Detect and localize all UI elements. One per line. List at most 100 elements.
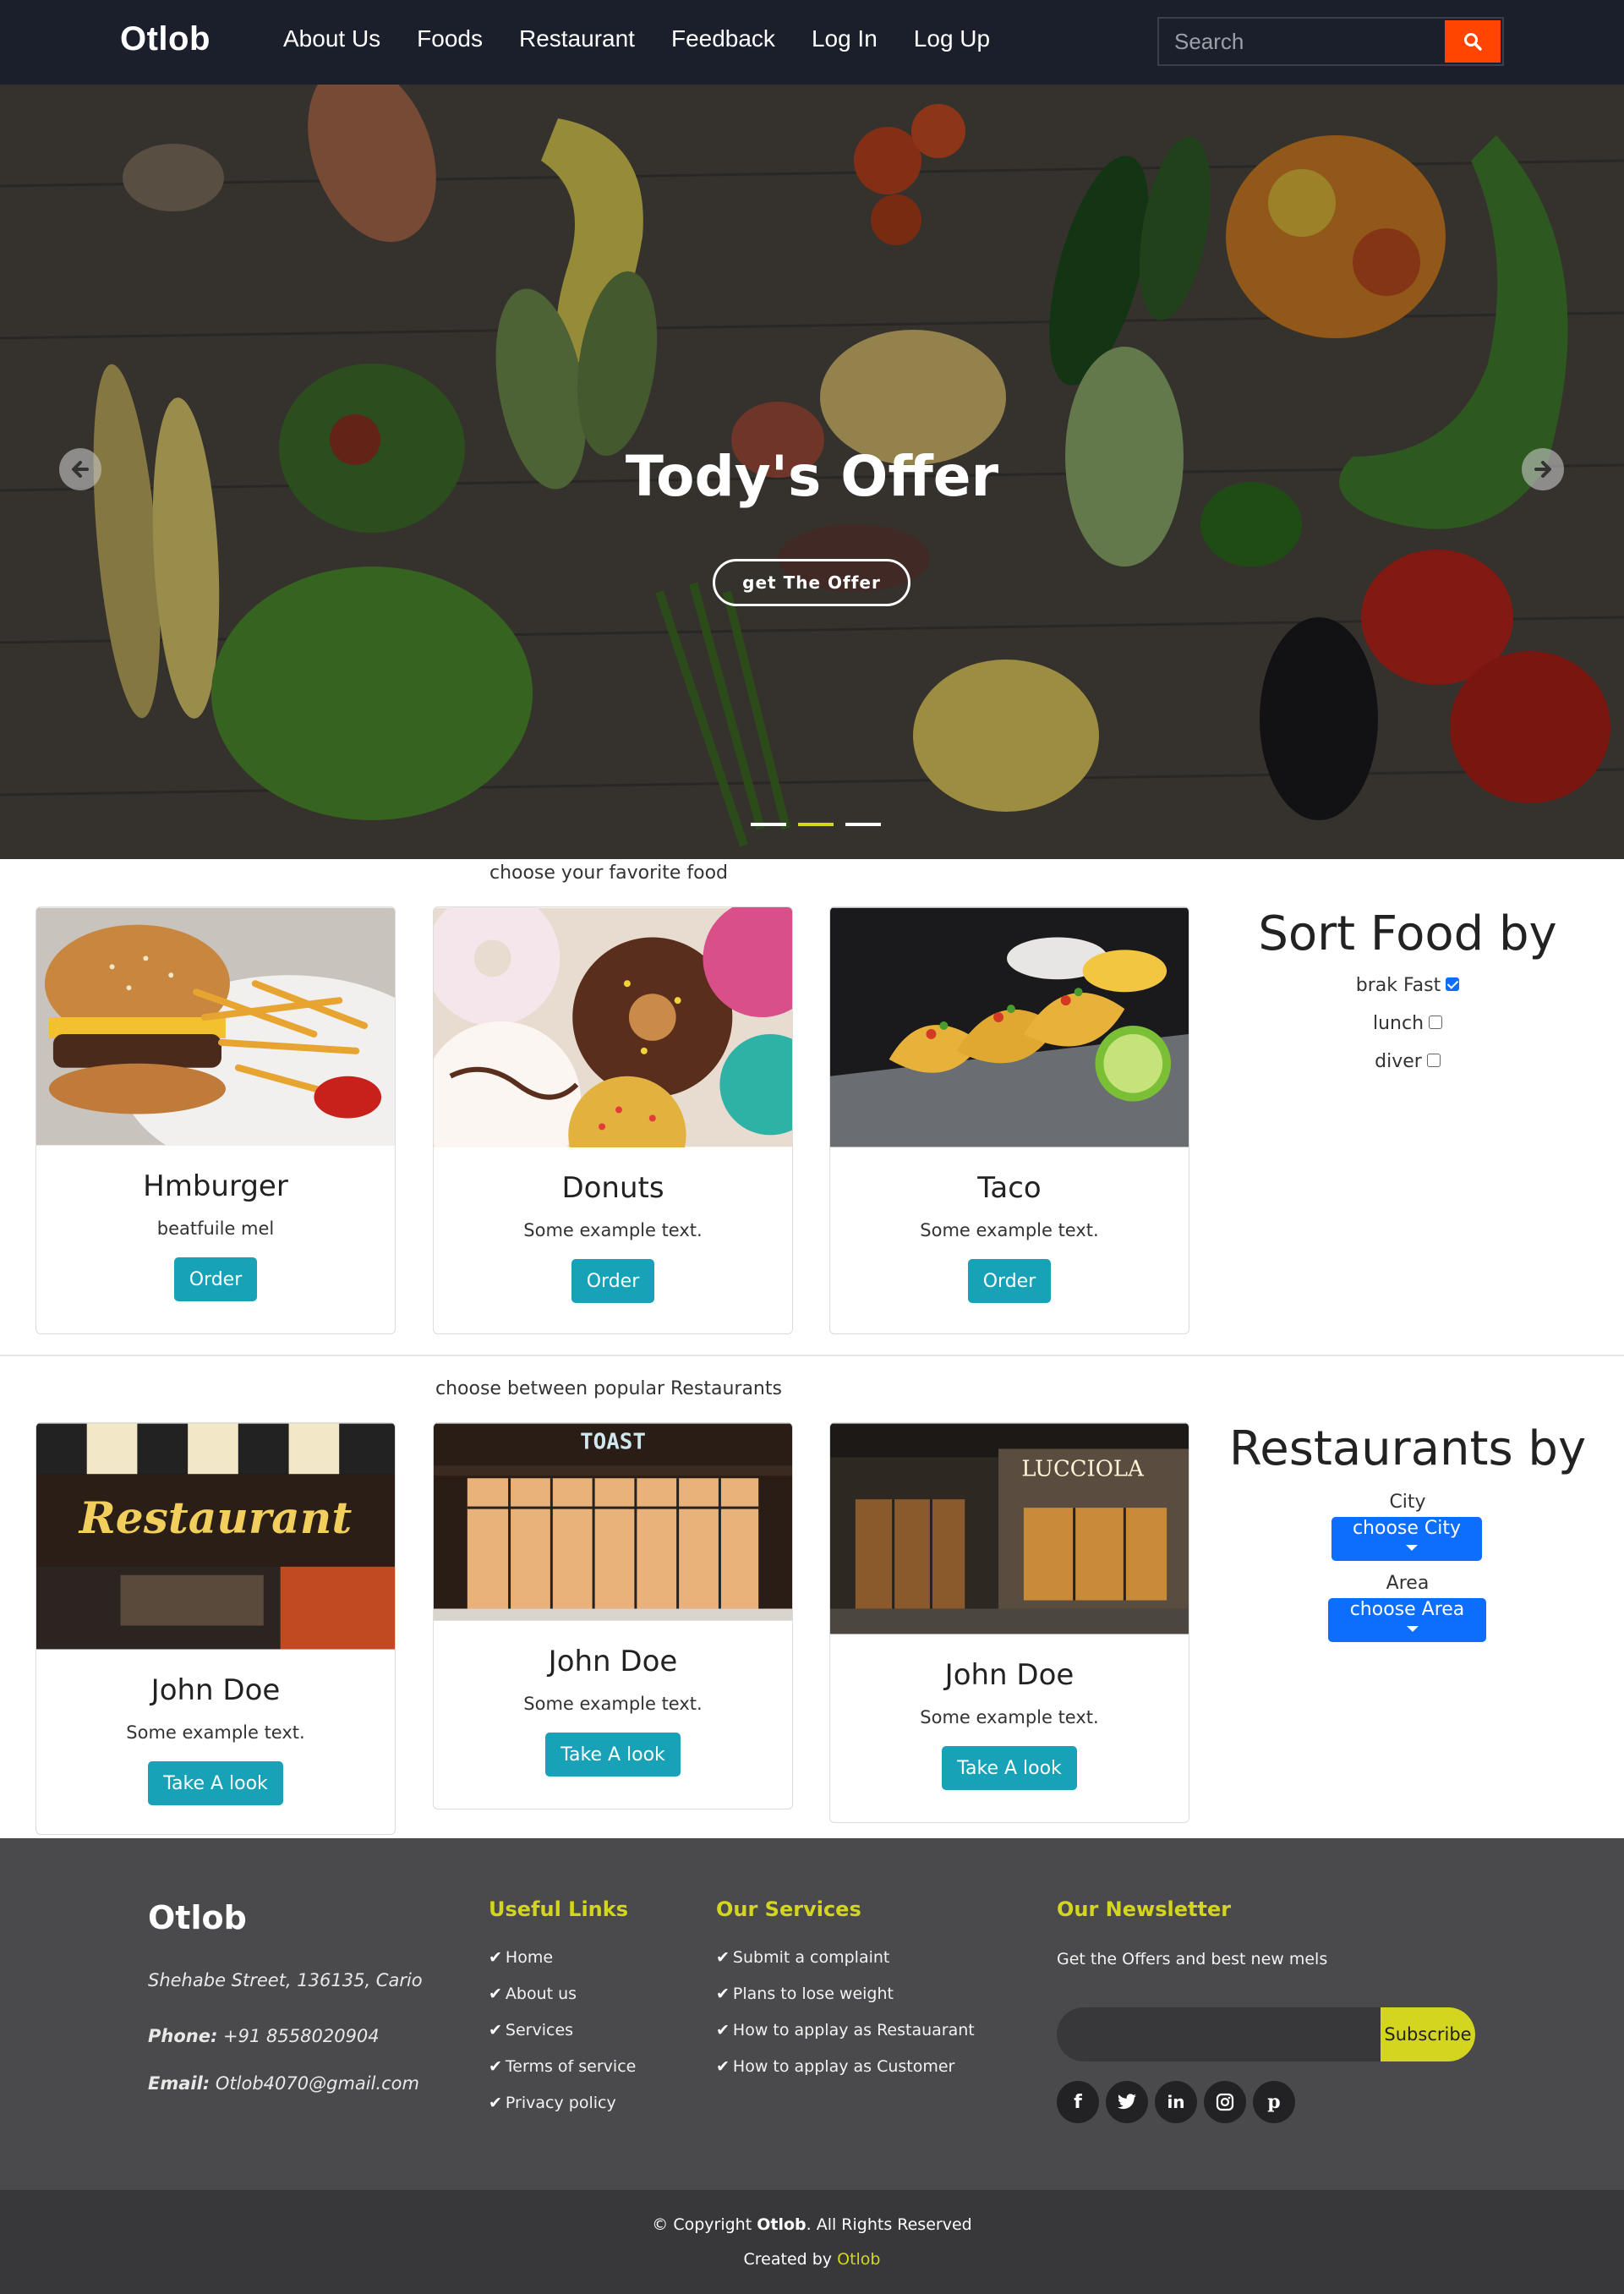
restaurant-card-title: John Doe [944, 1658, 1074, 1692]
restaurant-image: LUCCIOLA [830, 1423, 1189, 1634]
footer-address: Shehabe Street, 136135, Cario [148, 1970, 423, 1990]
phone-value: +91 8558020904 [223, 2026, 380, 2046]
created-by-link[interactable]: Otlob [837, 2250, 880, 2269]
search-icon [1464, 33, 1482, 51]
restaurant-sign-text: TOAST [580, 1429, 646, 1454]
restaurant-card: TOAST John Doe Some example text. Take A… [433, 1422, 793, 1809]
take-a-look-button[interactable]: Take A look [942, 1746, 1077, 1790]
restaurant-card-title: John Doe [548, 1645, 678, 1678]
twitter-icon[interactable] [1106, 2081, 1148, 2123]
pinterest-icon[interactable]: p [1253, 2081, 1295, 2123]
carousel-indicator-3[interactable] [845, 823, 881, 826]
footer-service-restaurant[interactable]: ✔ How to applay as Restauarant [716, 2021, 975, 2057]
our-services-title: Our Services [716, 1897, 861, 1921]
check-icon: ✔ [716, 1985, 730, 2003]
restaurant-sign-text: LUCCIOLA [1021, 1456, 1144, 1481]
caret-down-icon [1406, 1544, 1418, 1551]
sort-option-breakfast[interactable]: brak Fast [1217, 975, 1598, 996]
subscribe-button[interactable]: Subscribe [1381, 2007, 1475, 2061]
search-button[interactable] [1445, 20, 1501, 63]
food-card-taco: Taco Some example text. Order [829, 906, 1189, 1334]
choose-city-dropdown[interactable]: choose City [1331, 1517, 1482, 1561]
food-card-title: Hmburger [143, 1169, 288, 1203]
newsletter-title: Our Newsletter [1057, 1897, 1232, 1921]
sort-option-label: lunch [1372, 1013, 1424, 1034]
brand-logo[interactable]: Otlob [120, 20, 211, 58]
restaurant-card-text: Some example text. [126, 1722, 305, 1743]
choose-area-dropdown[interactable]: choose Area [1328, 1598, 1486, 1642]
hero-title: Tody's Offer [625, 444, 999, 509]
instagram-icon[interactable] [1204, 2081, 1246, 2123]
footer-link-terms[interactable]: ✔ Terms of service [489, 2057, 636, 2094]
check-icon: ✔ [489, 1948, 502, 1967]
facebook-icon[interactable]: f [1057, 2081, 1099, 2123]
carousel-indicator-1[interactable] [751, 823, 786, 826]
check-icon: ✔ [716, 1948, 730, 1967]
taco-image [830, 907, 1189, 1147]
footer-link-about-us[interactable]: ✔ About us [489, 1985, 636, 2021]
section-divider [0, 1355, 1624, 1356]
newsletter-text: Get the Offers and best new mels [1057, 1950, 1328, 1968]
email-value: Otlob4070@gmail.com [215, 2073, 419, 2094]
restaurant-card-title: John Doe [150, 1673, 281, 1707]
nav-link-about-us[interactable]: About Us [283, 25, 380, 52]
footer-email: Email: Otlob4070@gmail.com [148, 2073, 419, 2094]
linkedin-icon[interactable]: in [1155, 2081, 1197, 2123]
footer-link-services[interactable]: ✔ Services [489, 2021, 636, 2057]
order-button[interactable]: Order [571, 1259, 655, 1303]
copyright-text: © Copyright Otlob. All Rights Reserved [652, 2215, 972, 2234]
footer-service-customer[interactable]: ✔ How to applay as Customer [716, 2057, 975, 2094]
restaurant-sign-text: Restaurant [78, 1492, 353, 1544]
lunch-checkbox[interactable] [1429, 1016, 1443, 1029]
useful-links-title: Useful Links [489, 1897, 629, 1921]
breakfast-checkbox[interactable] [1446, 977, 1460, 991]
get-offer-button[interactable]: get The Offer [713, 559, 910, 606]
restaurant-card: LUCCIOLA John Doe Some example text. Tak… [829, 1422, 1189, 1823]
phone-label: Phone: [148, 2026, 218, 2046]
nav-link-foods[interactable]: Foods [417, 25, 483, 52]
carousel-indicator-2[interactable] [798, 823, 834, 826]
dinner-checkbox[interactable] [1426, 1054, 1441, 1067]
check-icon: ✔ [489, 2057, 502, 2076]
restaurants-by-title: Restaurants by [1228, 1421, 1587, 1476]
caret-down-icon [1406, 1625, 1419, 1632]
footer-link-privacy[interactable]: ✔ Privacy policy [489, 2094, 636, 2130]
nav-links: About Us Foods Restaurant Feedback Log I… [283, 25, 990, 52]
footer-phone: Phone: +91 8558020904 [148, 2026, 380, 2046]
choose-city-label: choose City [1352, 1518, 1462, 1539]
sort-option-label: brak Fast [1355, 975, 1441, 996]
food-card-hamburger: Hmburger beatfuile mel Order [36, 906, 396, 1334]
footer-link-home[interactable]: ✔ Home [489, 1948, 636, 1985]
city-label: City [1389, 1492, 1426, 1513]
check-icon: ✔ [716, 2057, 730, 2076]
sort-option-dinner[interactable]: diver [1217, 1051, 1598, 1072]
social-links: f in p [1057, 2081, 1295, 2123]
restaurant-card-text: Some example text. [523, 1694, 703, 1714]
restaurant-image: TOAST [434, 1423, 792, 1621]
nav-link-restaurant[interactable]: Restaurant [519, 25, 635, 52]
sort-food-title: Sort Food by [1258, 906, 1557, 961]
nav-link-feedback[interactable]: Feedback [671, 25, 775, 52]
check-icon: ✔ [489, 2094, 502, 2112]
choose-area-label: choose Area [1349, 1599, 1465, 1620]
footer-service-weight[interactable]: ✔ Plans to lose weight [716, 1985, 975, 2021]
nav-link-log-in[interactable]: Log In [812, 25, 878, 52]
take-a-look-button[interactable]: Take A look [545, 1733, 681, 1777]
order-button[interactable]: Order [173, 1257, 258, 1301]
nav-link-log-up[interactable]: Log Up [914, 25, 990, 52]
restaurants-caption: choose between popular Restaurants [435, 1378, 782, 1399]
check-icon: ✔ [489, 2021, 502, 2039]
take-a-look-button[interactable]: Take A look [148, 1761, 283, 1805]
services-list: ✔ Submit a complaint ✔ Plans to lose weigh… [716, 1948, 975, 2094]
copyright-brand: Otlob [757, 2215, 807, 2234]
hero-carousel: Tody's Offer get The Offer [0, 85, 1624, 859]
sort-option-lunch[interactable]: lunch [1217, 1013, 1598, 1034]
area-label: Area [1386, 1573, 1430, 1594]
order-button[interactable]: Order [967, 1259, 1052, 1303]
restaurant-card: Restaurant John Doe Some example text. T… [36, 1422, 396, 1835]
footer-service-complaint[interactable]: ✔ Submit a complaint [716, 1948, 975, 1985]
useful-links-list: ✔ Home ✔ About us ✔ Services ✔ Terms of serv… [489, 1948, 636, 2130]
check-icon: ✔ [716, 2021, 730, 2039]
email-label: Email: [148, 2073, 211, 2094]
search-input[interactable] [1166, 24, 1445, 59]
